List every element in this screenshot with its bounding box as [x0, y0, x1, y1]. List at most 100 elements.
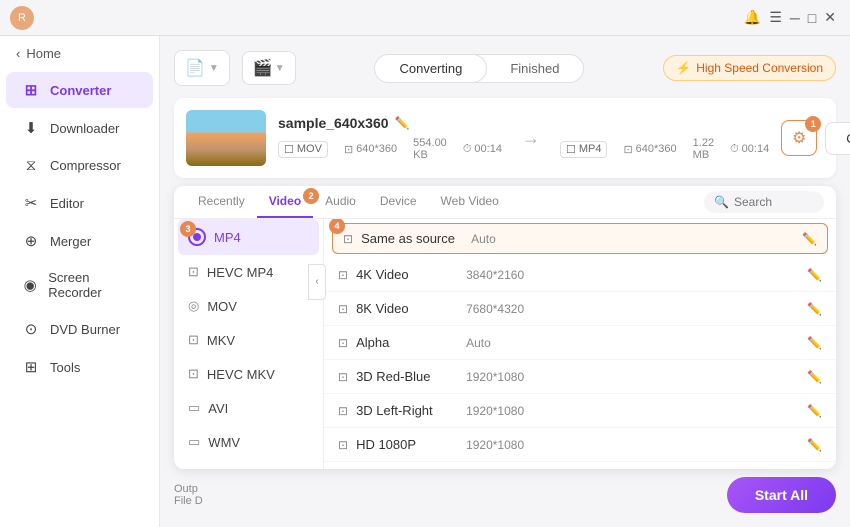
3d-left-right-edit-icon[interactable]: ✏️: [807, 404, 822, 418]
output-label: Outp: [174, 483, 717, 495]
3d-red-blue-edit-icon[interactable]: ✏️: [807, 370, 822, 384]
tab-device[interactable]: Device: [368, 186, 429, 218]
convert-button[interactable]: Converting: [825, 122, 850, 155]
format-right-item-alpha[interactable]: ⊡ Alpha Auto ✏️: [324, 326, 836, 360]
format-right-item-same-as-source[interactable]: 4 ⊡ Same as source Auto ✏️: [332, 223, 828, 254]
hevc-mp4-label: HEVC MP4: [207, 265, 273, 280]
tools-icon: ⊞: [22, 358, 40, 376]
source-resolution: ⊡ 640*360: [344, 143, 397, 156]
top-bar: 📄 ▼ 🎬 ▼ Converting Finished ⚡ High Speed…: [174, 50, 836, 86]
settings-icon: ⚙: [792, 128, 806, 148]
sidebar-label-screen-recorder: Screen Recorder: [48, 270, 137, 300]
sidebar-label-dvd-burner: DVD Burner: [50, 322, 120, 337]
same-as-source-edit-icon[interactable]: ✏️: [802, 232, 817, 246]
hd-1080p-edit-icon[interactable]: ✏️: [807, 438, 822, 452]
sidebar-item-downloader[interactable]: ⬇ Downloader: [6, 110, 153, 146]
add-file-button[interactable]: 📄 ▼: [174, 50, 230, 86]
sidebar-item-merger[interactable]: ⊕ Merger: [6, 223, 153, 259]
4k-edit-icon[interactable]: ✏️: [807, 268, 822, 282]
editor-icon: ✂: [22, 194, 40, 212]
close-icon[interactable]: ✕: [820, 7, 840, 28]
tab-web-video[interactable]: Web Video: [429, 186, 511, 218]
format-item-m4v[interactable]: ◎ M4V: [174, 459, 323, 469]
sidebar-item-editor[interactable]: ✂ Editor: [6, 185, 153, 221]
app-body: ‹ Home ⊞ Converter ⬇ Downloader ⧖ Compre…: [0, 36, 850, 527]
source-resolution-value: 640*360: [356, 143, 397, 155]
sidebar-item-dvd-burner[interactable]: ⊙ DVD Burner: [6, 311, 153, 347]
settings-button[interactable]: ⚙ 1: [781, 120, 817, 156]
format-right-item-hd-1080p[interactable]: ⊡ HD 1080P 1920*1080 ✏️: [324, 428, 836, 462]
menu-icon[interactable]: ☰: [765, 7, 786, 28]
format-item-mp4[interactable]: MP4 3: [178, 219, 319, 255]
sidebar-collapse-button[interactable]: ‹: [308, 264, 326, 300]
main-tabs: Converting Finished: [374, 54, 584, 83]
sidebar-label-tools: Tools: [50, 360, 80, 375]
mov-icon: ◎: [188, 298, 199, 314]
4k-icon: ⊡: [338, 268, 348, 282]
source-duration-value: 00:14: [474, 143, 502, 155]
hd-1080p-label: HD 1080P: [356, 437, 466, 452]
tab-audio[interactable]: Audio: [313, 186, 368, 218]
edit-filename-icon[interactable]: ✏️: [395, 116, 410, 130]
format-right-item-3d-left-right[interactable]: ⊡ 3D Left-Right 1920*1080 ✏️: [324, 394, 836, 428]
8k-label: 8K Video: [356, 301, 466, 316]
tab-finished[interactable]: Finished: [486, 55, 583, 82]
format-item-wmv[interactable]: ▭ WMV: [174, 425, 323, 459]
tab-recently[interactable]: Recently: [186, 186, 257, 218]
high-speed-label: High Speed Conversion: [696, 61, 823, 75]
sidebar-item-compressor[interactable]: ⧖ Compressor: [6, 148, 153, 183]
8k-edit-icon[interactable]: ✏️: [807, 302, 822, 316]
format-item-hevc-mp4[interactable]: ⊡ HEVC MP4: [174, 255, 323, 289]
source-format-checkbox: ☐: [284, 143, 294, 156]
format-right-item-8k[interactable]: ⊡ 8K Video 7680*4320 ✏️: [324, 292, 836, 326]
hd-1080p-res: 1920*1080: [466, 438, 807, 452]
sidebar-item-tools[interactable]: ⊞ Tools: [6, 349, 153, 385]
sidebar-item-screen-recorder[interactable]: ◉ Screen Recorder: [6, 261, 153, 309]
sidebar-label-downloader: Downloader: [50, 121, 119, 136]
format-right-item-4k[interactable]: ⊡ 4K Video 3840*2160 ✏️: [324, 258, 836, 292]
main-content: 📄 ▼ 🎬 ▼ Converting Finished ⚡ High Speed…: [160, 36, 850, 527]
maximize-icon[interactable]: □: [804, 8, 820, 28]
back-home[interactable]: ‹ Home: [0, 36, 159, 71]
format-item-avi[interactable]: ▭ AVI: [174, 391, 323, 425]
notification-icon[interactable]: 🔔: [740, 7, 765, 28]
mkv-label: MKV: [207, 333, 235, 348]
output-label-text: Outp: [174, 483, 198, 495]
dvd-burner-icon: ⊙: [22, 320, 40, 338]
format-right-item-3d-red-blue[interactable]: ⊡ 3D Red-Blue 1920*1080 ✏️: [324, 360, 836, 394]
bottom-bar: Outp File D Start All: [174, 469, 836, 513]
file-info: sample_640x360 ✏️ ☐ MOV ⊡ 640*360 554.00…: [278, 115, 502, 161]
search-input[interactable]: [734, 195, 814, 209]
format-right-item-hd-720p[interactable]: ⊡ HD 720P 1280*720 ✏️: [324, 462, 836, 469]
wmv-label: WMV: [208, 435, 240, 450]
high-speed-button[interactable]: ⚡ High Speed Conversion: [663, 55, 836, 81]
format-columns: MP4 3 ⊡ HEVC MP4 ◎ MOV ⊡: [174, 219, 836, 469]
format-item-mkv[interactable]: ⊡ MKV: [174, 323, 323, 357]
sidebar: ‹ Home ⊞ Converter ⬇ Downloader ⧖ Compre…: [0, 36, 160, 527]
user-avatar[interactable]: R: [10, 6, 34, 30]
add-media-button[interactable]: 🎬 ▼: [242, 51, 296, 85]
alpha-edit-icon[interactable]: ✏️: [807, 336, 822, 350]
add-file-icon: 📄: [185, 58, 205, 78]
sidebar-item-converter[interactable]: ⊞ Converter: [6, 72, 153, 108]
clock-icon: ⏱: [463, 143, 472, 156]
tab-converting[interactable]: Converting: [374, 54, 487, 83]
4k-label: 4K Video: [356, 267, 466, 282]
format-item-hevc-mkv[interactable]: ⊡ HEVC MKV: [174, 357, 323, 391]
4k-res: 3840*2160: [466, 268, 807, 282]
resolution-icon: ⊡: [344, 143, 353, 156]
minimize-icon[interactable]: ─: [786, 8, 804, 28]
add-file-dropdown-arrow: ▼: [209, 63, 219, 74]
tab-video[interactable]: Video 2: [257, 186, 313, 218]
same-as-source-res: Auto: [471, 232, 802, 246]
sidebar-label-merger: Merger: [50, 234, 91, 249]
format-item-mov[interactable]: ◎ MOV: [174, 289, 323, 323]
target-size: 1.22 MB: [693, 137, 714, 161]
same-as-source-icon: ⊡: [343, 232, 353, 246]
format-left-panel: MP4 3 ⊡ HEVC MP4 ◎ MOV ⊡: [174, 219, 324, 469]
compressor-icon: ⧖: [22, 157, 40, 174]
alpha-res: Auto: [466, 336, 807, 350]
start-all-button[interactable]: Start All: [727, 477, 836, 513]
merger-icon: ⊕: [22, 232, 40, 250]
target-format-badge: ☐ MP4: [560, 141, 608, 158]
